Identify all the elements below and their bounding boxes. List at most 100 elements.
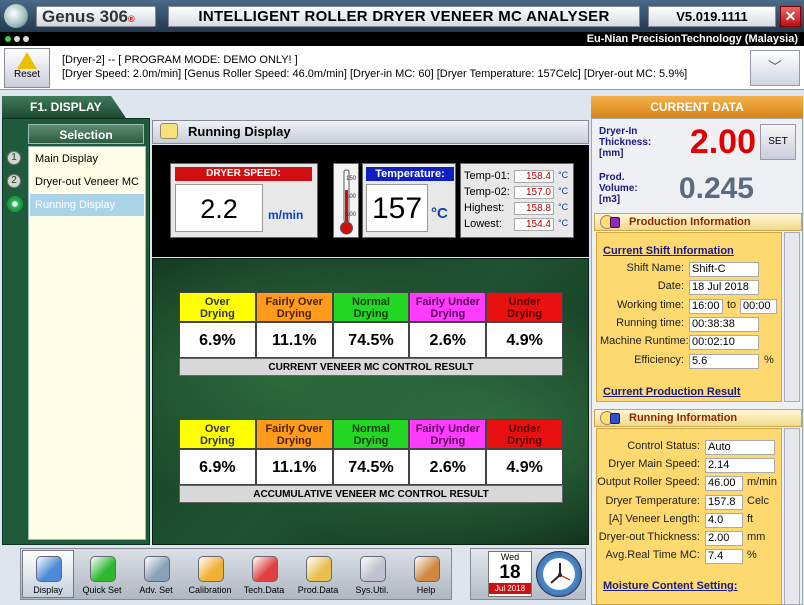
help-icon [610, 217, 620, 228]
mc-category-value: 4.9% [486, 322, 563, 358]
temp-row-label: Highest: [464, 202, 505, 214]
temp-row-02: Temp-02: 157.0 °C [464, 186, 572, 201]
selection-number: 1 [7, 151, 21, 165]
status-line-mode: [Dryer-2] -- [ PROGRAM MODE: DEMO ONLY! … [62, 54, 298, 66]
help-icon [414, 556, 440, 582]
mc-category-label: Under [508, 296, 541, 308]
mc-category-value: 2.6% [409, 449, 487, 485]
toolbar-button-help[interactable]: Help [400, 550, 452, 598]
running-field-unit: mm [747, 531, 766, 543]
mc-category-label: Fairly Over [265, 296, 323, 308]
dryer-speed-unit: m/min [268, 208, 304, 222]
mc-category-header: Normal Drying [332, 419, 410, 449]
selection-item-running-display[interactable]: Running Display [30, 194, 144, 216]
toolbar-button-calibration[interactable]: Calibration [184, 550, 236, 598]
toolbar-button-display[interactable]: Display [22, 550, 74, 598]
temp-row-value: 157.0 [514, 186, 554, 199]
production-info-header[interactable]: Production Information [594, 213, 802, 231]
running-field-label: Output Roller Speed: [597, 476, 700, 489]
thermometer-tick: 150 [346, 176, 357, 182]
running-info-scrollbar[interactable] [784, 428, 800, 605]
temp-row-value: 158.4 [514, 170, 554, 183]
running-field-unit: Celc [747, 494, 770, 507]
mc-category-value: 2.6% [409, 322, 487, 358]
running-info-header[interactable]: Running Information [594, 409, 802, 427]
selection-item-main-display[interactable]: Main Display [30, 148, 144, 170]
thermometer-tick: 100 [346, 212, 357, 218]
ruler-icon [144, 556, 170, 582]
mc-category-header: Fairly Over Drying [255, 419, 333, 449]
volume-label: Prod. Volume: [m3] [599, 172, 638, 205]
temp-row-value: 158.8 [514, 202, 554, 215]
mc-category-value: 11.1% [255, 322, 333, 358]
selection-header: Selection [28, 124, 144, 144]
status-line-readings: [Dryer Speed: 2.0m/min] [Genus Roller Sp… [62, 68, 688, 80]
tab-display[interactable]: F1. DISPLAY [2, 96, 126, 118]
shift-field-input[interactable]: Shift-C [689, 262, 759, 277]
production-info-scrollbar[interactable] [784, 232, 800, 402]
temp-row-label: Temp-01: [464, 170, 510, 182]
volume-label-line: Prod. [599, 172, 625, 183]
mc-category-header: Normal Drying [332, 292, 410, 322]
status-dot [14, 36, 20, 42]
warning-icon [17, 52, 37, 69]
toolbar-button-label: Adv. Set [139, 585, 173, 595]
toolbar-button-label: Quick Set [82, 585, 122, 595]
reset-label: Reset [13, 69, 41, 80]
temp-row-unit: °C [558, 186, 569, 196]
mc-category-value: 4.9% [486, 449, 563, 485]
mc-category-header: Over Drying [179, 292, 256, 322]
running-field-value: 4.0 [705, 512, 743, 528]
mc-category-label: Drying [430, 435, 466, 447]
toolbar-button-sys-util[interactable]: Sys.Util. [346, 550, 398, 598]
mc-category-label: Fairly Under [415, 296, 480, 308]
mc-category-label: Over [204, 423, 230, 435]
mc-category-label: Drying [353, 435, 389, 447]
running-field-label: Avg.Real Time MC: [605, 549, 700, 562]
logo-text: Genus 306 [42, 7, 128, 26]
toolbar-button-adv-set[interactable]: Adv. Set [130, 550, 182, 598]
mc-category-header: Under Drying [486, 292, 563, 322]
tab-current-data[interactable]: CURRENT DATA [591, 96, 803, 118]
shift-field-input[interactable]: 16:00 [689, 298, 723, 314]
mc-category-value: 6.9% [179, 322, 256, 358]
close-button[interactable]: ✕ [780, 6, 801, 27]
accumulative-mc-caption: ACCUMULATIVE VENEER MC CONTROL RESULT [179, 485, 563, 503]
mc-category-header: Over Drying [179, 419, 256, 449]
set-button[interactable]: SET [760, 124, 796, 160]
mc-category-header: Under Drying [486, 419, 563, 449]
running-field-label: Dryer Temperature: [605, 494, 700, 507]
app-title: INTELLIGENT ROLLER DRYER VENEER MC ANALY… [168, 6, 640, 27]
shift-field-label: Working time: [616, 298, 684, 311]
collapse-button[interactable]: ﹀ [750, 50, 800, 86]
shift-field-input[interactable]: 18 Jul 2018 [689, 280, 759, 296]
mc-category-label: Fairly Over [265, 423, 323, 435]
temp-row-lowest: Lowest: 154.4 °C [464, 218, 572, 233]
toolbar-button-quick-set[interactable]: Quick Set [76, 550, 128, 598]
toolbar-button-label: Prod.Data [297, 585, 339, 595]
shift-field-input[interactable]: 00:00 [740, 298, 777, 314]
shift-field-label: Efficiency: [634, 353, 684, 366]
toolbar-button-prod-data[interactable]: Prod.Data [292, 550, 344, 598]
selection-item-dryer-out-mc[interactable]: Dryer-out Veneer MC [30, 171, 144, 193]
temperature-unit: °C [431, 205, 448, 222]
thermometer-tick: 100 [346, 194, 357, 200]
shift-field-input[interactable]: 5.6 [689, 353, 759, 369]
temp-row-unit: °C [558, 218, 569, 228]
toolbar-button-tech-data[interactable]: Tech.Data [238, 550, 290, 598]
logo-registered: ® [128, 14, 135, 24]
shift-field-label: Shift Name: [626, 262, 684, 274]
running-field-value: 2.14 [705, 458, 775, 474]
current-mc-caption: CURRENT VENEER MC CONTROL RESULT [179, 358, 563, 376]
shift-info-heading: Current Shift Information [603, 245, 734, 257]
shift-field-label: Date: [657, 280, 684, 293]
reset-button[interactable]: Reset [4, 48, 50, 88]
shift-field-input[interactable]: 00:38:38 [689, 316, 759, 332]
temp-row-label: Temp-02: [464, 186, 510, 198]
shift-field-label: Running time: [616, 316, 684, 329]
temp-row-01: Temp-01: 158.4 °C [464, 170, 572, 185]
chart-icon [252, 556, 278, 582]
mc-category-value: 6.9% [179, 449, 256, 485]
shift-field-input[interactable]: 00:02:10 [689, 335, 759, 351]
mc-category-label: Fairly Under [415, 423, 480, 435]
